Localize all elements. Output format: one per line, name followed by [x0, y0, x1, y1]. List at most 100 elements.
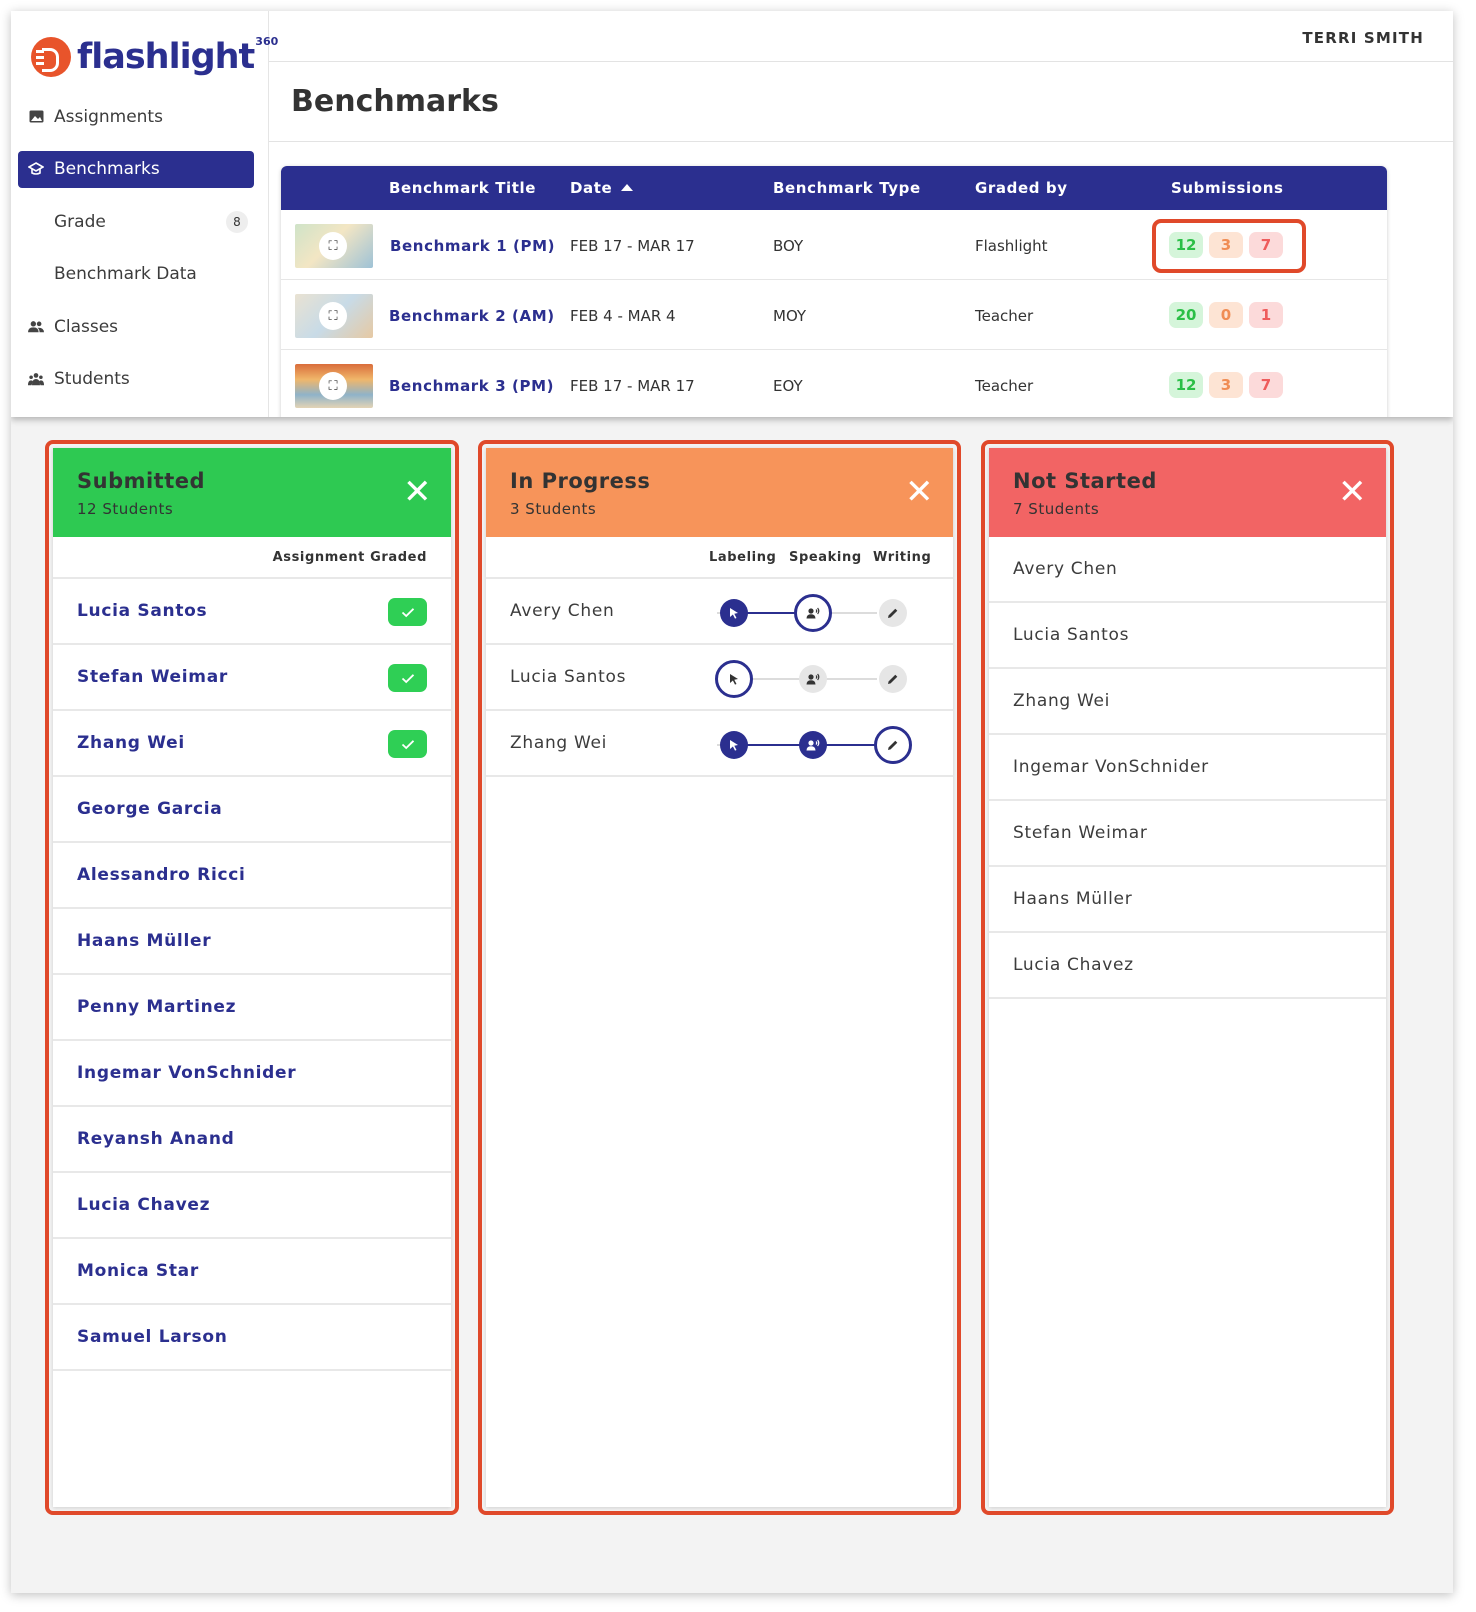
list-item[interactable]: Monica Star: [53, 1239, 451, 1305]
student-name[interactable]: Stefan Weimar: [1013, 823, 1148, 843]
user-menu[interactable]: TERRI SMITH: [1302, 29, 1424, 47]
not-started-count[interactable]: 7: [1249, 372, 1283, 398]
list-item[interactable]: Samuel Larson: [53, 1305, 451, 1371]
pencil-icon[interactable]: [879, 665, 907, 693]
student-name[interactable]: Avery Chen: [510, 601, 614, 621]
in-progress-count[interactable]: 3: [1209, 372, 1243, 398]
image-icon: [28, 110, 44, 124]
benchmark-thumbnail[interactable]: ⛶: [295, 224, 373, 268]
list-item[interactable]: Avery Chen: [486, 579, 953, 645]
submitted-panel: Submitted 12 Students ✕ Assignment Grade…: [53, 448, 451, 1507]
student-name[interactable]: Lucia Santos: [510, 667, 626, 687]
student-name[interactable]: Zhang Wei: [1013, 691, 1110, 711]
in-progress-count[interactable]: 0: [1209, 302, 1243, 328]
list-item[interactable]: Ingemar VonSchnider: [989, 735, 1386, 801]
student-name[interactable]: Lucia Santos: [1013, 625, 1129, 645]
sidebar-item-benchmark-data[interactable]: Benchmark Data: [18, 256, 254, 293]
list-item[interactable]: Haans Müller: [989, 867, 1386, 933]
list-item[interactable]: Lucia Chavez: [989, 933, 1386, 999]
in-progress-panel: In Progress 3 Students ✕ Labeling Speaki…: [486, 448, 953, 1507]
speaking-icon[interactable]: [794, 594, 832, 632]
submitted-count[interactable]: 12: [1169, 372, 1203, 398]
benchmark-title-link[interactable]: Benchmark 2 (AM): [389, 307, 555, 325]
student-name[interactable]: Reyansh Anand: [77, 1129, 235, 1149]
speaking-icon[interactable]: [799, 731, 827, 759]
column-header-graded-by[interactable]: Graded by: [975, 179, 1068, 197]
table-row[interactable]: ⛶ Benchmark 3 (PM) FEB 17 - MAR 17 EOY T…: [281, 350, 1387, 417]
student-name[interactable]: Stefan Weimar: [77, 667, 228, 687]
people-icon: [28, 320, 44, 334]
benchmark-title-link[interactable]: Benchmark 3 (PM): [389, 377, 554, 395]
student-name[interactable]: Haans Müller: [77, 931, 211, 951]
student-name[interactable]: Ingemar VonSchnider: [77, 1063, 296, 1083]
student-name[interactable]: Haans Müller: [1013, 889, 1132, 909]
benchmark-title-link[interactable]: Benchmark 1 (PM): [390, 237, 555, 255]
student-name[interactable]: Penny Martinez: [77, 997, 236, 1017]
expand-icon[interactable]: ⛶: [319, 232, 347, 260]
benchmark-thumbnail[interactable]: ⛶: [295, 364, 373, 408]
sidebar-item-grade[interactable]: Grade 8: [18, 203, 254, 240]
list-item[interactable]: Zhang Wei: [486, 711, 953, 777]
cursor-icon[interactable]: [720, 599, 748, 627]
panel-header: Not Started 7 Students ✕: [989, 448, 1386, 537]
sidebar-item-students[interactable]: Students: [18, 361, 254, 398]
list-item[interactable]: Zhang Wei: [53, 711, 451, 777]
not-started-count[interactable]: 1: [1249, 302, 1283, 328]
student-name[interactable]: Monica Star: [77, 1261, 199, 1281]
list-item[interactable]: Avery Chen: [989, 537, 1386, 603]
list-item[interactable]: Stefan Weimar: [989, 801, 1386, 867]
student-name[interactable]: Lucia Santos: [77, 601, 207, 621]
student-name[interactable]: Alessandro Ricci: [77, 865, 246, 885]
student-name[interactable]: George Garcia: [77, 799, 222, 819]
app-shell: flashlight 360 Assignments Benchmarks Gr…: [11, 11, 1453, 1593]
close-icon[interactable]: ✕: [905, 475, 934, 509]
pencil-icon[interactable]: [874, 726, 912, 764]
count-badge: 8: [226, 211, 248, 234]
cursor-icon[interactable]: [720, 731, 748, 759]
sidebar-item-classes[interactable]: Classes: [18, 308, 254, 345]
student-name[interactable]: Zhang Wei: [510, 733, 607, 753]
student-name[interactable]: Samuel Larson: [77, 1327, 228, 1347]
panel-title: In Progress: [510, 469, 651, 493]
column-header-date[interactable]: Date: [570, 179, 634, 197]
benchmark-graded-by: Teacher: [975, 307, 1034, 325]
sidebar-item-assignments[interactable]: Assignments: [18, 98, 254, 135]
student-name[interactable]: Avery Chen: [1013, 559, 1117, 579]
column-header-type[interactable]: Benchmark Type: [773, 179, 921, 197]
submission-counts: 12 3 7: [1169, 372, 1283, 398]
expand-icon[interactable]: ⛶: [319, 302, 347, 330]
student-name[interactable]: Lucia Chavez: [1013, 955, 1134, 975]
sidebar-item-benchmarks[interactable]: Benchmarks: [18, 150, 254, 188]
column-header-title[interactable]: Benchmark Title: [389, 179, 536, 197]
list-item[interactable]: Reyansh Anand: [53, 1107, 451, 1173]
submitted-count[interactable]: 20: [1169, 302, 1203, 328]
cursor-icon[interactable]: [715, 660, 753, 698]
list-item[interactable]: Zhang Wei: [989, 669, 1386, 735]
table-row[interactable]: ⛶ Benchmark 2 (AM) FEB 4 - MAR 4 MOY Tea…: [281, 280, 1387, 350]
expand-icon[interactable]: ⛶: [319, 372, 347, 400]
brand-logo[interactable]: flashlight 360: [31, 31, 278, 83]
student-name[interactable]: Zhang Wei: [77, 733, 185, 753]
sidebar-item-label: Students: [54, 369, 130, 390]
student-name[interactable]: Lucia Chavez: [77, 1195, 210, 1215]
sidebar: flashlight 360 Assignments Benchmarks Gr…: [11, 11, 278, 417]
list-item[interactable]: Stefan Weimar: [53, 645, 451, 711]
list-item[interactable]: Lucia Santos: [53, 579, 451, 645]
list-item[interactable]: Haans Müller: [53, 909, 451, 975]
list-item[interactable]: Lucia Santos: [486, 645, 953, 711]
benchmark-date: FEB 4 - MAR 4: [570, 307, 676, 325]
list-item[interactable]: Lucia Chavez: [53, 1173, 451, 1239]
column-header-submissions[interactable]: Submissions: [1171, 179, 1284, 197]
list-item[interactable]: George Garcia: [53, 777, 451, 843]
list-item[interactable]: Lucia Santos: [989, 603, 1386, 669]
close-icon[interactable]: ✕: [403, 475, 432, 509]
pencil-icon[interactable]: [879, 599, 907, 627]
list-item[interactable]: Penny Martinez: [53, 975, 451, 1041]
list-item[interactable]: Alessandro Ricci: [53, 843, 451, 909]
speaking-icon[interactable]: [799, 665, 827, 693]
list-item[interactable]: Ingemar VonSchnider: [53, 1041, 451, 1107]
student-name[interactable]: Ingemar VonSchnider: [1013, 757, 1209, 777]
benchmark-thumbnail[interactable]: ⛶: [295, 294, 373, 338]
top-bar: TERRI SMITH: [269, 11, 1453, 62]
close-icon[interactable]: ✕: [1338, 475, 1367, 509]
